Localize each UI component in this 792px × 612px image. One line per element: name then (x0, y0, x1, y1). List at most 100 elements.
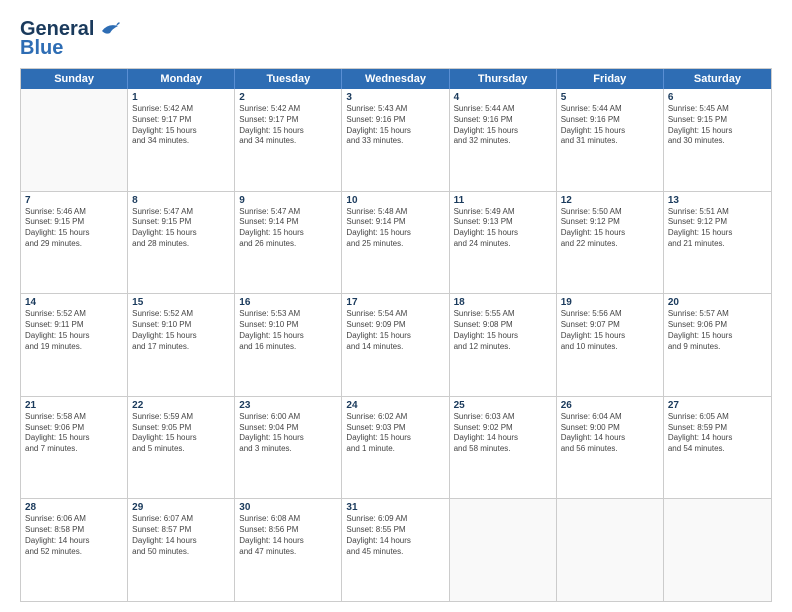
calendar-cell: 2Sunrise: 5:42 AMSunset: 9:17 PMDaylight… (235, 89, 342, 191)
cell-info-line: Sunrise: 5:43 AM (346, 104, 444, 115)
cell-info-line: and 31 minutes. (561, 136, 659, 147)
cell-info-line: and 22 minutes. (561, 239, 659, 250)
cell-info-line: and 29 minutes. (25, 239, 123, 250)
day-number: 12 (561, 195, 659, 206)
cell-info-line: Sunrise: 5:59 AM (132, 412, 230, 423)
calendar-cell: 7Sunrise: 5:46 AMSunset: 9:15 PMDaylight… (21, 192, 128, 294)
cell-info-line: and 21 minutes. (668, 239, 767, 250)
day-number: 1 (132, 92, 230, 103)
day-number: 14 (25, 297, 123, 308)
cell-info-line: Daylight: 14 hours (561, 433, 659, 444)
calendar-cell: 16Sunrise: 5:53 AMSunset: 9:10 PMDayligh… (235, 294, 342, 396)
cell-info-line: Sunset: 8:57 PM (132, 525, 230, 536)
calendar-cell (21, 89, 128, 191)
cell-info-line: Sunrise: 6:03 AM (454, 412, 552, 423)
calendar-cell: 6Sunrise: 5:45 AMSunset: 9:15 PMDaylight… (664, 89, 771, 191)
cell-info-line: Daylight: 14 hours (132, 536, 230, 547)
cell-info-line: Sunset: 9:16 PM (561, 115, 659, 126)
calendar-cell: 14Sunrise: 5:52 AMSunset: 9:11 PMDayligh… (21, 294, 128, 396)
calendar-cell: 22Sunrise: 5:59 AMSunset: 9:05 PMDayligh… (128, 397, 235, 499)
cell-info-line: and 47 minutes. (239, 547, 337, 558)
cell-info-line: Sunset: 9:15 PM (668, 115, 767, 126)
cell-info-line: Sunset: 9:07 PM (561, 320, 659, 331)
calendar-header-cell: Saturday (664, 69, 771, 89)
calendar-cell: 20Sunrise: 5:57 AMSunset: 9:06 PMDayligh… (664, 294, 771, 396)
cell-info-line: Sunrise: 5:42 AM (132, 104, 230, 115)
cell-info-line: Sunrise: 6:06 AM (25, 514, 123, 525)
cell-info-line: Sunset: 9:03 PM (346, 423, 444, 434)
cell-info-line: Daylight: 14 hours (239, 536, 337, 547)
cell-info-line: Sunrise: 5:46 AM (25, 207, 123, 218)
cell-info-line: Daylight: 15 hours (454, 228, 552, 239)
day-number: 11 (454, 195, 552, 206)
cell-info-line: and 45 minutes. (346, 547, 444, 558)
cell-info-line: and 26 minutes. (239, 239, 337, 250)
calendar-cell: 3Sunrise: 5:43 AMSunset: 9:16 PMDaylight… (342, 89, 449, 191)
cell-info-line: Daylight: 15 hours (239, 433, 337, 444)
cell-info-line: Sunset: 8:59 PM (668, 423, 767, 434)
cell-info-line: Daylight: 15 hours (132, 433, 230, 444)
cell-info-line: Sunrise: 5:57 AM (668, 309, 767, 320)
cell-info-line: and 17 minutes. (132, 342, 230, 353)
day-number: 16 (239, 297, 337, 308)
calendar-row: 21Sunrise: 5:58 AMSunset: 9:06 PMDayligh… (21, 396, 771, 499)
cell-info-line: Sunset: 9:10 PM (239, 320, 337, 331)
cell-info-line: Sunrise: 5:47 AM (239, 207, 337, 218)
cell-info-line: Daylight: 15 hours (239, 126, 337, 137)
calendar-cell: 10Sunrise: 5:48 AMSunset: 9:14 PMDayligh… (342, 192, 449, 294)
calendar-cell: 11Sunrise: 5:49 AMSunset: 9:13 PMDayligh… (450, 192, 557, 294)
day-number: 20 (668, 297, 767, 308)
cell-info-line: Sunset: 9:17 PM (132, 115, 230, 126)
day-number: 19 (561, 297, 659, 308)
calendar-header-cell: Wednesday (342, 69, 449, 89)
day-number: 17 (346, 297, 444, 308)
cell-info-line: Sunrise: 5:44 AM (454, 104, 552, 115)
header: General Blue (20, 18, 772, 60)
day-number: 24 (346, 400, 444, 411)
cell-info-line: and 28 minutes. (132, 239, 230, 250)
cell-info-line: Daylight: 15 hours (346, 228, 444, 239)
day-number: 3 (346, 92, 444, 103)
cell-info-line: Daylight: 15 hours (668, 126, 767, 137)
cell-info-line: Sunset: 8:58 PM (25, 525, 123, 536)
cell-info-line: and 7 minutes. (25, 444, 123, 455)
cell-info-line: Daylight: 14 hours (454, 433, 552, 444)
cell-info-line: Daylight: 15 hours (561, 126, 659, 137)
day-number: 25 (454, 400, 552, 411)
cell-info-line: Daylight: 15 hours (239, 331, 337, 342)
calendar-header: SundayMondayTuesdayWednesdayThursdayFrid… (21, 69, 771, 89)
cell-info-line: Daylight: 14 hours (25, 536, 123, 547)
calendar-cell: 12Sunrise: 5:50 AMSunset: 9:12 PMDayligh… (557, 192, 664, 294)
cell-info-line: and 32 minutes. (454, 136, 552, 147)
cell-info-line: and 33 minutes. (346, 136, 444, 147)
calendar-header-cell: Monday (128, 69, 235, 89)
calendar-row: 14Sunrise: 5:52 AMSunset: 9:11 PMDayligh… (21, 293, 771, 396)
cell-info-line: Daylight: 15 hours (132, 331, 230, 342)
calendar-header-cell: Tuesday (235, 69, 342, 89)
calendar-cell (557, 499, 664, 601)
day-number: 10 (346, 195, 444, 206)
cell-info-line: Sunrise: 5:56 AM (561, 309, 659, 320)
cell-info-line: Sunrise: 6:09 AM (346, 514, 444, 525)
day-number: 6 (668, 92, 767, 103)
calendar-cell: 18Sunrise: 5:55 AMSunset: 9:08 PMDayligh… (450, 294, 557, 396)
cell-info-line: Daylight: 15 hours (346, 331, 444, 342)
day-number: 29 (132, 502, 230, 513)
day-number: 15 (132, 297, 230, 308)
cell-info-line: Sunset: 9:16 PM (454, 115, 552, 126)
calendar-cell: 28Sunrise: 6:06 AMSunset: 8:58 PMDayligh… (21, 499, 128, 601)
cell-info-line: Sunrise: 5:58 AM (25, 412, 123, 423)
cell-info-line: Sunrise: 5:48 AM (346, 207, 444, 218)
cell-info-line: and 10 minutes. (561, 342, 659, 353)
calendar-body: 1Sunrise: 5:42 AMSunset: 9:17 PM Daylight… (21, 89, 771, 601)
cell-info-line: Sunset: 9:12 PM (668, 217, 767, 228)
calendar-cell (450, 499, 557, 601)
cell-info-line: Sunset: 9:14 PM (239, 217, 337, 228)
day-number: 28 (25, 502, 123, 513)
cell-info-line: Sunset: 9:00 PM (561, 423, 659, 434)
cell-info-line: Sunset: 9:02 PM (454, 423, 552, 434)
cell-info-line: Daylight: 15 hours (346, 126, 444, 137)
calendar-cell: 13Sunrise: 5:51 AMSunset: 9:12 PMDayligh… (664, 192, 771, 294)
calendar-cell: 19Sunrise: 5:56 AMSunset: 9:07 PMDayligh… (557, 294, 664, 396)
cell-info-line: Daylight: 15 hours (25, 228, 123, 239)
